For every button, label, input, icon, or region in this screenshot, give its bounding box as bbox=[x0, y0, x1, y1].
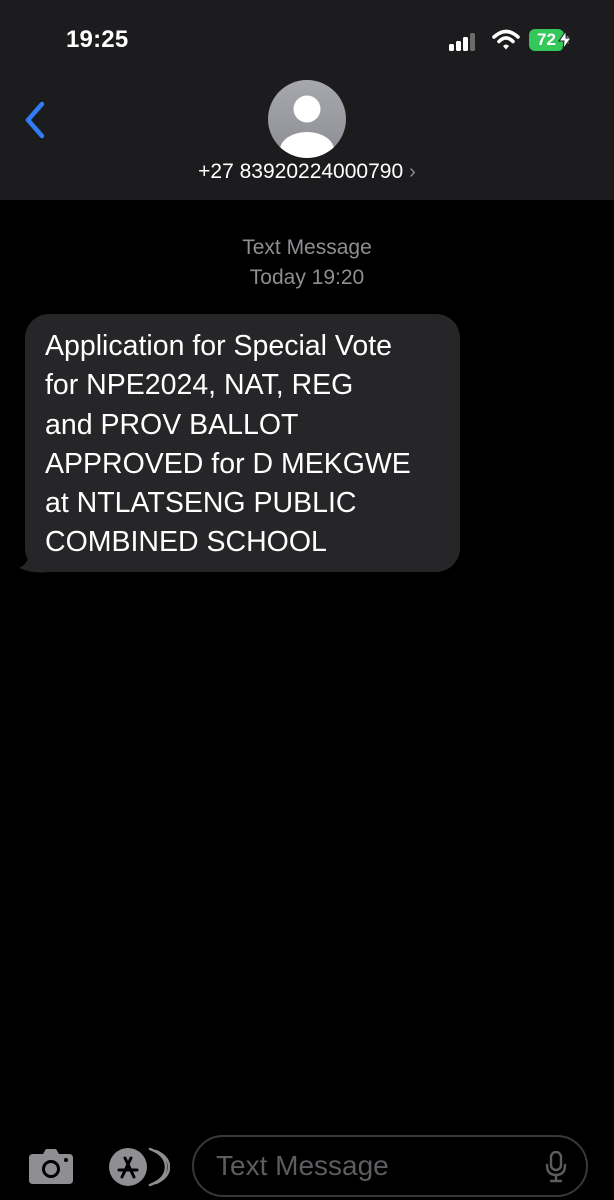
app-store-button[interactable] bbox=[108, 1147, 170, 1187]
app-store-icon bbox=[109, 1147, 170, 1187]
camera-button[interactable] bbox=[27, 1148, 75, 1186]
message-meta: Text Message Today 19:20 bbox=[0, 233, 614, 293]
message-bubble: Application for Special Vote for NPE2024… bbox=[25, 314, 460, 572]
charging-bolt-icon bbox=[558, 31, 572, 49]
wifi-icon bbox=[492, 29, 520, 50]
message-line: and PROV BALLOT bbox=[45, 408, 299, 441]
back-button[interactable] bbox=[20, 98, 52, 142]
contact-avatar[interactable] bbox=[268, 80, 346, 158]
contact-name-button[interactable]: +27 83920224000790 › bbox=[0, 160, 614, 184]
conversation-header: 19:25 72 +27 83920224000790 › bbox=[0, 0, 614, 200]
service-label: Text Message bbox=[242, 236, 372, 259]
microphone-button[interactable] bbox=[544, 1151, 568, 1183]
message-line: for NPE2024, NAT, REG bbox=[45, 369, 354, 402]
message-line: APPROVED for D MEKGWE bbox=[45, 447, 411, 480]
chevron-right-icon: › bbox=[409, 161, 416, 183]
camera-icon bbox=[29, 1149, 73, 1184]
message-line: Application for Special Vote bbox=[45, 330, 392, 362]
chevron-left-icon bbox=[25, 101, 45, 139]
message-input-placeholder: Text Message bbox=[216, 1150, 389, 1181]
microphone-icon bbox=[545, 1151, 567, 1183]
message-line: at NTLATSENG PUBLIC bbox=[45, 487, 357, 520]
cellular-signal-icon bbox=[449, 33, 477, 51]
person-silhouette-icon bbox=[280, 95, 334, 158]
status-time: 19:25 bbox=[66, 26, 129, 53]
composer-bar: Text Message bbox=[0, 1130, 614, 1200]
message-timestamp: Today 19:20 bbox=[249, 266, 365, 289]
message-line: COMBINED SCHOOL bbox=[45, 526, 327, 559]
message-input[interactable]: Text Message bbox=[192, 1135, 588, 1197]
contact-number: +27 83920224000790 bbox=[198, 160, 404, 183]
battery-icon: 72 bbox=[529, 29, 573, 51]
incoming-message[interactable]: Application for Special Vote for NPE2024… bbox=[18, 314, 460, 574]
